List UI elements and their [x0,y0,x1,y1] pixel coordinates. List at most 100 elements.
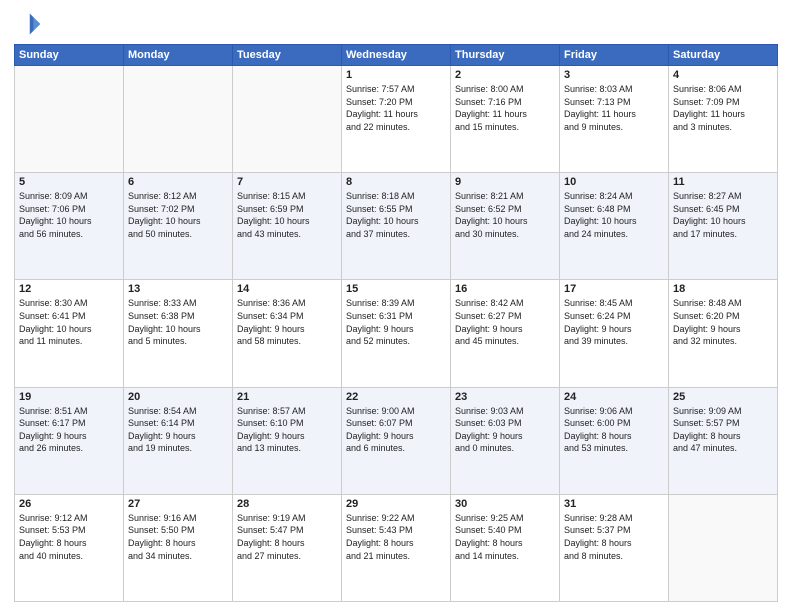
day-info: Sunrise: 8:15 AM Sunset: 6:59 PM Dayligh… [237,190,337,240]
day-info: Sunrise: 9:22 AM Sunset: 5:43 PM Dayligh… [346,512,446,562]
day-info: Sunrise: 8:24 AM Sunset: 6:48 PM Dayligh… [564,190,664,240]
day-number: 29 [346,498,446,510]
calendar-cell [233,66,342,173]
day-info: Sunrise: 9:09 AM Sunset: 5:57 PM Dayligh… [673,405,773,455]
day-number: 27 [128,498,228,510]
day-info: Sunrise: 9:28 AM Sunset: 5:37 PM Dayligh… [564,512,664,562]
calendar-cell: 18 Sunrise: 8:48 AM Sunset: 6:20 PM Dayli… [669,280,778,387]
day-number: 19 [19,391,119,403]
day-info: Sunrise: 9:12 AM Sunset: 5:53 PM Dayligh… [19,512,119,562]
day-number: 23 [455,391,555,403]
day-info: Sunrise: 7:57 AM Sunset: 7:20 PM Dayligh… [346,83,446,133]
day-info: Sunrise: 9:03 AM Sunset: 6:03 PM Dayligh… [455,405,555,455]
day-number: 10 [564,176,664,188]
day-info: Sunrise: 8:51 AM Sunset: 6:17 PM Dayligh… [19,405,119,455]
day-number: 20 [128,391,228,403]
logo-icon [14,10,42,38]
day-number: 21 [237,391,337,403]
calendar-cell: 22 Sunrise: 9:00 AM Sunset: 6:07 PM Dayli… [342,387,451,494]
calendar-cell: 13Sunrise: 8:33 AM Sunset: 6:38 PM Dayli… [124,280,233,387]
calendar-week-2: 5 Sunrise: 8:09 AM Sunset: 7:06 PM Daylig… [15,173,778,280]
calendar-cell: 25Sunrise: 9:09 AM Sunset: 5:57 PM Dayli… [669,387,778,494]
day-info: Sunrise: 9:16 AM Sunset: 5:50 PM Dayligh… [128,512,228,562]
day-number: 4 [673,69,773,81]
day-number: 7 [237,176,337,188]
day-info: Sunrise: 8:03 AM Sunset: 7:13 PM Dayligh… [564,83,664,133]
calendar-cell: 5 Sunrise: 8:09 AM Sunset: 7:06 PM Daylig… [15,173,124,280]
day-number: 17 [564,283,664,295]
calendar-cell: 14 Sunrise: 8:36 AM Sunset: 6:34 PM Dayli… [233,280,342,387]
calendar-cell: 3 Sunrise: 8:03 AM Sunset: 7:13 PM Daylig… [560,66,669,173]
day-number: 16 [455,283,555,295]
calendar-cell: 29 Sunrise: 9:22 AM Sunset: 5:43 PM Dayli… [342,494,451,601]
day-info: Sunrise: 9:19 AM Sunset: 5:47 PM Dayligh… [237,512,337,562]
calendar-cell: 1 Sunrise: 7:57 AM Sunset: 7:20 PM Daylig… [342,66,451,173]
day-number: 9 [455,176,555,188]
calendar-cell: 4 Sunrise: 8:06 AM Sunset: 7:09 PM Daylig… [669,66,778,173]
day-info: Sunrise: 8:33 AM Sunset: 6:38 PM Dayligh… [128,297,228,347]
day-number: 24 [564,391,664,403]
day-info: Sunrise: 8:36 AM Sunset: 6:34 PM Dayligh… [237,297,337,347]
calendar-week-1: 1 Sunrise: 7:57 AM Sunset: 7:20 PM Daylig… [15,66,778,173]
calendar-week-4: 19 Sunrise: 8:51 AM Sunset: 6:17 PM Dayli… [15,387,778,494]
day-info: Sunrise: 8:06 AM Sunset: 7:09 PM Dayligh… [673,83,773,133]
weekday-header-monday: Monday [124,45,233,66]
day-number: 1 [346,69,446,81]
calendar-week-3: 12 Sunrise: 8:30 AM Sunset: 6:41 PM Dayli… [15,280,778,387]
header [14,10,778,38]
day-info: Sunrise: 8:48 AM Sunset: 6:20 PM Dayligh… [673,297,773,347]
weekday-header-wednesday: Wednesday [342,45,451,66]
day-number: 31 [564,498,664,510]
day-number: 11 [673,176,773,188]
calendar-cell: 16Sunrise: 8:42 AM Sunset: 6:27 PM Dayli… [451,280,560,387]
day-number: 18 [673,283,773,295]
day-number: 15 [346,283,446,295]
day-number: 28 [237,498,337,510]
calendar-cell: 31 Sunrise: 9:28 AM Sunset: 5:37 PM Dayli… [560,494,669,601]
day-number: 8 [346,176,446,188]
day-info: Sunrise: 9:06 AM Sunset: 6:00 PM Dayligh… [564,405,664,455]
day-info: Sunrise: 8:12 AM Sunset: 7:02 PM Dayligh… [128,190,228,240]
day-info: Sunrise: 8:09 AM Sunset: 7:06 PM Dayligh… [19,190,119,240]
day-info: Sunrise: 9:25 AM Sunset: 5:40 PM Dayligh… [455,512,555,562]
calendar-cell: 7 Sunrise: 8:15 AM Sunset: 6:59 PM Daylig… [233,173,342,280]
calendar-cell: 23 Sunrise: 9:03 AM Sunset: 6:03 PM Dayli… [451,387,560,494]
day-info: Sunrise: 8:54 AM Sunset: 6:14 PM Dayligh… [128,405,228,455]
weekday-header-sunday: Sunday [15,45,124,66]
day-number: 14 [237,283,337,295]
calendar: SundayMondayTuesdayWednesdayThursdayFrid… [14,44,778,602]
logo [14,10,46,38]
weekday-header-row: SundayMondayTuesdayWednesdayThursdayFrid… [15,45,778,66]
day-info: Sunrise: 8:18 AM Sunset: 6:55 PM Dayligh… [346,190,446,240]
day-number: 12 [19,283,119,295]
day-number: 26 [19,498,119,510]
calendar-cell: 15 Sunrise: 8:39 AM Sunset: 6:31 PM Dayli… [342,280,451,387]
weekday-header-thursday: Thursday [451,45,560,66]
weekday-header-tuesday: Tuesday [233,45,342,66]
calendar-cell: 9Sunrise: 8:21 AM Sunset: 6:52 PM Daylig… [451,173,560,280]
calendar-cell: 17 Sunrise: 8:45 AM Sunset: 6:24 PM Dayli… [560,280,669,387]
day-number: 22 [346,391,446,403]
day-info: Sunrise: 8:27 AM Sunset: 6:45 PM Dayligh… [673,190,773,240]
day-info: Sunrise: 8:39 AM Sunset: 6:31 PM Dayligh… [346,297,446,347]
calendar-cell [669,494,778,601]
weekday-header-friday: Friday [560,45,669,66]
day-info: Sunrise: 8:57 AM Sunset: 6:10 PM Dayligh… [237,405,337,455]
day-number: 3 [564,69,664,81]
calendar-cell: 10 Sunrise: 8:24 AM Sunset: 6:48 PM Dayli… [560,173,669,280]
calendar-cell: 30Sunrise: 9:25 AM Sunset: 5:40 PM Dayli… [451,494,560,601]
calendar-cell: 28 Sunrise: 9:19 AM Sunset: 5:47 PM Dayli… [233,494,342,601]
calendar-cell: 27 Sunrise: 9:16 AM Sunset: 5:50 PM Dayli… [124,494,233,601]
day-info: Sunrise: 8:45 AM Sunset: 6:24 PM Dayligh… [564,297,664,347]
calendar-cell: 26 Sunrise: 9:12 AM Sunset: 5:53 PM Dayli… [15,494,124,601]
calendar-cell [15,66,124,173]
day-info: Sunrise: 9:00 AM Sunset: 6:07 PM Dayligh… [346,405,446,455]
day-info: Sunrise: 8:30 AM Sunset: 6:41 PM Dayligh… [19,297,119,347]
day-number: 5 [19,176,119,188]
day-info: Sunrise: 8:00 AM Sunset: 7:16 PM Dayligh… [455,83,555,133]
calendar-cell [124,66,233,173]
calendar-cell: 12 Sunrise: 8:30 AM Sunset: 6:41 PM Dayli… [15,280,124,387]
calendar-week-5: 26 Sunrise: 9:12 AM Sunset: 5:53 PM Dayli… [15,494,778,601]
day-number: 2 [455,69,555,81]
calendar-cell: 6Sunrise: 8:12 AM Sunset: 7:02 PM Daylig… [124,173,233,280]
